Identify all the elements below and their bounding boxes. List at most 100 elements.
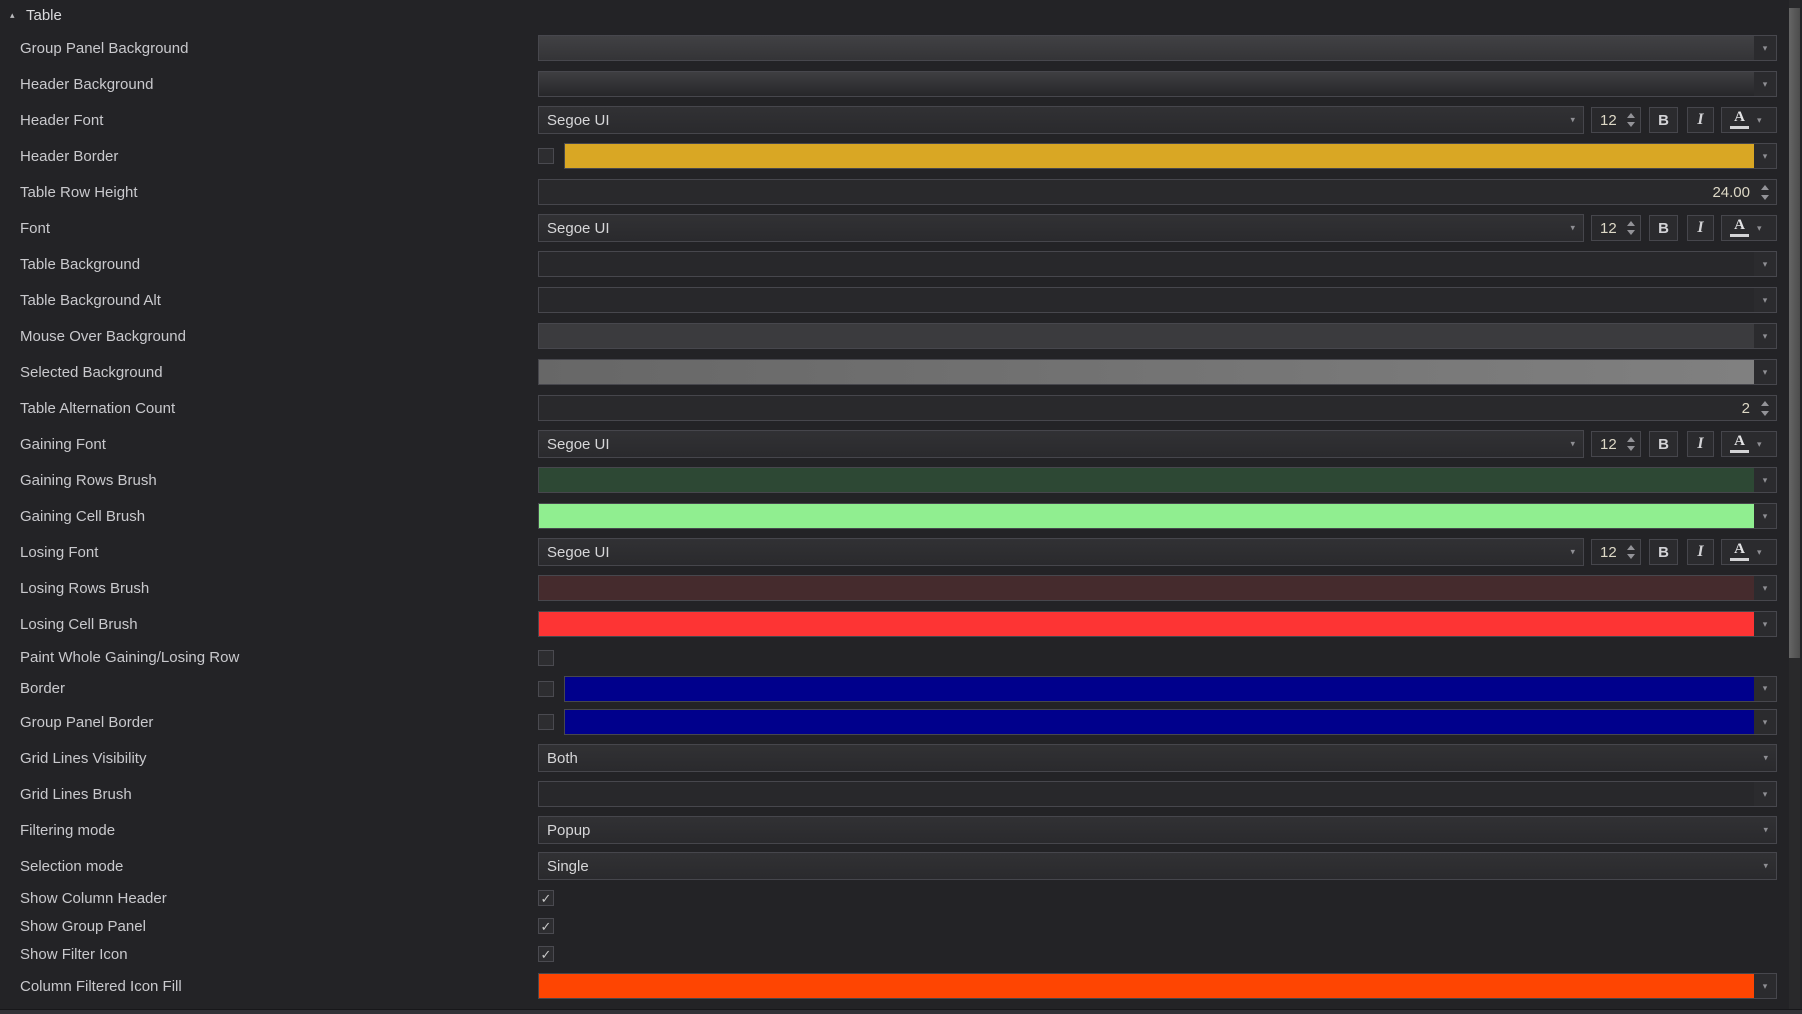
color-swatch	[539, 504, 1754, 528]
spinner	[1624, 221, 1638, 235]
header-font-italic-button[interactable]: I	[1687, 107, 1714, 133]
row-controls-mouse-over-background: ▾	[538, 323, 1777, 349]
spin-up-button[interactable]	[1627, 545, 1635, 550]
grid-lines-brush-brush-dropdown[interactable]: ▾	[538, 781, 1777, 807]
spin-down-button[interactable]	[1761, 195, 1769, 200]
chevron-glyph: ▾	[1763, 368, 1768, 377]
filtering-mode-select[interactable]: Popup▾	[538, 816, 1777, 844]
chevron-down-icon: ▾	[1763, 826, 1768, 835]
border-checkbox[interactable]	[538, 681, 554, 697]
mouse-over-background-brush-dropdown[interactable]: ▾	[538, 323, 1777, 349]
gaining-font-italic-button[interactable]: I	[1687, 431, 1714, 457]
show-column-header-checkbox[interactable]: ✓	[538, 890, 554, 906]
grid-lines-visibility-select[interactable]: Both▾	[538, 744, 1777, 772]
losing-font-family-select[interactable]: Segoe UI▾	[538, 538, 1584, 566]
color-swatch	[539, 576, 1754, 600]
scrollbar[interactable]	[1789, 0, 1800, 1014]
table-row-height-input[interactable]: 24.00	[538, 179, 1777, 205]
selection-mode-select[interactable]: Single▾	[538, 852, 1777, 880]
gaining-font-family-select[interactable]: Segoe UI▾	[538, 430, 1584, 458]
row-label-gaining-rows-brush: Gaining Rows Brush	[0, 472, 538, 489]
spin-down-button[interactable]	[1627, 122, 1635, 127]
spin-down-button[interactable]	[1627, 554, 1635, 559]
spin-up-button[interactable]	[1761, 185, 1769, 190]
check-icon: ✓	[541, 920, 552, 933]
spin-up-button[interactable]	[1627, 113, 1635, 118]
settings-row-table-background: Table Background▾	[0, 246, 1802, 282]
header-font-family-select[interactable]: Segoe UI▾	[538, 106, 1584, 134]
settings-row-show-group-panel: Show Group Panel✓	[0, 912, 1802, 940]
font-color-icon: A	[1730, 219, 1749, 237]
header-font-bold-button[interactable]: B	[1649, 107, 1678, 133]
gaining-font-size-input[interactable]: 12	[1591, 431, 1641, 457]
font-color-icon: A	[1730, 543, 1749, 561]
chevron-glyph: ▾	[1763, 684, 1768, 693]
row-label-show-filter-icon: Show Filter Icon	[0, 946, 538, 963]
chevron-down-icon: ▾	[1754, 36, 1776, 60]
font-font-color-button[interactable]: A▾	[1721, 215, 1777, 241]
section-header-table[interactable]: ▴ Table	[0, 0, 1802, 30]
row-controls-header-border: ▾	[538, 143, 1777, 169]
chevron-glyph: ▾	[1763, 296, 1768, 305]
color-swatch	[539, 324, 1754, 348]
header-border-checkbox[interactable]	[538, 148, 554, 164]
chevron-down-icon: ▾	[1570, 440, 1575, 449]
chevron-down-icon: ▾	[1754, 612, 1776, 636]
table-alternation-count-input[interactable]: 2	[538, 395, 1777, 421]
spin-down-button[interactable]	[1627, 446, 1635, 451]
row-controls-gaining-cell-brush: ▾	[538, 503, 1777, 529]
gaining-cell-brush-brush-dropdown[interactable]: ▾	[538, 503, 1777, 529]
selected-option: Single	[539, 858, 589, 875]
font-family-select[interactable]: Segoe UI▾	[538, 214, 1584, 242]
font-size-input[interactable]: 12	[1591, 215, 1641, 241]
chevron-glyph: ▾	[1763, 260, 1768, 269]
check-icon: ✓	[541, 948, 552, 961]
gaining-font-bold-button[interactable]: B	[1649, 431, 1678, 457]
settings-row-show-filter-icon: Show Filter Icon✓	[0, 940, 1802, 968]
table-background-brush-dropdown[interactable]: ▾	[538, 251, 1777, 277]
header-font-font-color-button[interactable]: A▾	[1721, 107, 1777, 133]
spin-up-button[interactable]	[1761, 401, 1769, 406]
spin-down-button[interactable]	[1627, 230, 1635, 235]
row-label-losing-cell-brush: Losing Cell Brush	[0, 616, 538, 633]
selected-background-brush-dropdown[interactable]: ▾	[538, 359, 1777, 385]
font-size-value: 12	[1592, 544, 1624, 561]
losing-font-italic-button[interactable]: I	[1687, 539, 1714, 565]
font-family-value: Segoe UI	[539, 112, 610, 129]
group-panel-background-brush-dropdown[interactable]: ▾	[538, 35, 1777, 61]
spin-up-button[interactable]	[1627, 437, 1635, 442]
table-background-alt-brush-dropdown[interactable]: ▾	[538, 287, 1777, 313]
row-label-header-border: Header Border	[0, 148, 538, 165]
font-italic-button[interactable]: I	[1687, 215, 1714, 241]
losing-font-size-input[interactable]: 12	[1591, 539, 1641, 565]
spin-up-button[interactable]	[1627, 221, 1635, 226]
font-bold-button[interactable]: B	[1649, 215, 1678, 241]
losing-cell-brush-brush-dropdown[interactable]: ▾	[538, 611, 1777, 637]
selected-option: Both	[539, 750, 578, 767]
group-panel-border-checkbox[interactable]	[538, 714, 554, 730]
paint-whole-gaining-losing-row-checkbox[interactable]	[538, 650, 554, 666]
show-filter-icon-checkbox[interactable]: ✓	[538, 946, 554, 962]
losing-rows-brush-brush-dropdown[interactable]: ▾	[538, 575, 1777, 601]
spin-down-button[interactable]	[1761, 411, 1769, 416]
settings-row-group-panel-border: Group Panel Border▾	[0, 704, 1802, 740]
chevron-down-icon: ▾	[1757, 548, 1762, 557]
scrollbar-thumb[interactable]	[1789, 8, 1800, 658]
losing-font-font-color-button[interactable]: A▾	[1721, 539, 1777, 565]
column-filtered-icon-fill-brush-dropdown[interactable]: ▾	[538, 973, 1777, 999]
gaining-rows-brush-brush-dropdown[interactable]: ▾	[538, 467, 1777, 493]
row-controls-selection-mode: Single▾	[538, 852, 1777, 880]
border-brush-dropdown[interactable]: ▾	[564, 676, 1777, 702]
losing-font-bold-button[interactable]: B	[1649, 539, 1678, 565]
row-label-paint-whole-gaining-losing-row: Paint Whole Gaining/Losing Row	[0, 649, 538, 666]
header-font-size-input[interactable]: 12	[1591, 107, 1641, 133]
chevron-glyph: ▾	[1763, 982, 1768, 991]
header-border-brush-dropdown[interactable]: ▾	[564, 143, 1777, 169]
chevron-down-icon: ▾	[1570, 548, 1575, 557]
show-group-panel-checkbox[interactable]: ✓	[538, 918, 554, 934]
row-label-losing-rows-brush: Losing Rows Brush	[0, 580, 538, 597]
settings-row-grid-lines-visibility: Grid Lines VisibilityBoth▾	[0, 740, 1802, 776]
group-panel-border-brush-dropdown[interactable]: ▾	[564, 709, 1777, 735]
header-background-brush-dropdown[interactable]: ▾	[538, 71, 1777, 97]
gaining-font-font-color-button[interactable]: A▾	[1721, 431, 1777, 457]
